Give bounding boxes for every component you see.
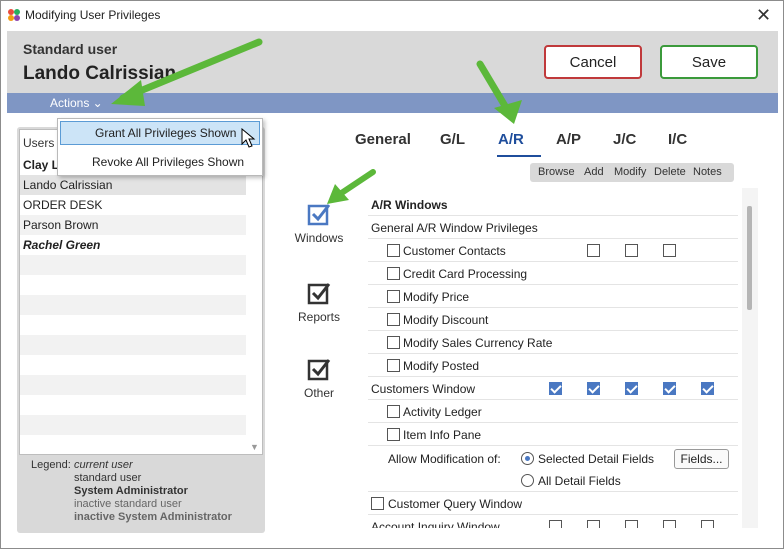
customers-notes-checkbox[interactable]: [701, 382, 714, 395]
category-reports[interactable]: Reports: [291, 280, 347, 324]
legend-standard-user: standard user: [74, 472, 142, 484]
account-inquiry-delete-checkbox[interactable]: [663, 520, 676, 528]
privilege-row: Modify Price: [368, 286, 738, 308]
all-fields-radio[interactable]: [521, 474, 534, 487]
customer-contacts-delete-checkbox[interactable]: [663, 244, 676, 257]
col-browse: Browse: [538, 166, 575, 178]
revoke-all-menu-item[interactable]: Revoke All Privileges Shown: [58, 151, 262, 175]
legend-label: Legend:: [31, 459, 71, 471]
privilege-row: Credit Card Processing: [368, 263, 738, 285]
modify-discount-checkbox[interactable]: [387, 313, 400, 326]
account-inquiry-row: Account Inquiry Window: [368, 516, 738, 528]
tab-jc[interactable]: J/C: [613, 131, 636, 148]
item-info-pane-checkbox[interactable]: [387, 428, 400, 441]
legend-inactive-user: inactive standard user: [74, 498, 182, 510]
account-inquiry-add-checkbox[interactable]: [587, 520, 600, 528]
tab-ar[interactable]: A/R: [498, 131, 524, 148]
empty-row: [20, 255, 246, 275]
privilege-row: Modify Posted: [368, 355, 738, 377]
content-scrollbar[interactable]: [742, 188, 758, 528]
users-list: Users Clay Lo Lando Calrissian ORDER DES…: [19, 129, 263, 455]
selected-fields-radio[interactable]: [521, 452, 534, 465]
empty-row: [20, 375, 246, 395]
category-windows-label: Windows: [294, 231, 344, 245]
customer-query-row: Customer Query Window: [368, 493, 738, 515]
activity-ledger-checkbox[interactable]: [387, 405, 400, 418]
cancel-button[interactable]: Cancel: [544, 45, 642, 79]
customer-contacts-modify-checkbox[interactable]: [625, 244, 638, 257]
general-privileges-row: General A/R Window Privileges: [368, 217, 738, 239]
account-inquiry-notes-checkbox[interactable]: [701, 520, 714, 528]
customers-window-row: Customers Window: [368, 378, 738, 400]
list-item[interactable]: Parson Brown: [20, 215, 246, 235]
section-title: A/R Windows: [368, 194, 738, 216]
col-notes: Notes: [693, 166, 722, 178]
annotation-arrow-icon: [327, 169, 376, 204]
scrollbar-thumb[interactable]: [747, 206, 752, 310]
tab-general[interactable]: General: [355, 131, 411, 148]
legend-inactive-admin: inactive System Administrator: [74, 511, 232, 523]
category-other[interactable]: Other: [291, 356, 347, 400]
close-icon[interactable]: ✕: [756, 5, 771, 26]
account-inquiry-modify-checkbox[interactable]: [625, 520, 638, 528]
customers-delete-checkbox[interactable]: [663, 382, 676, 395]
tab-ap[interactable]: A/P: [556, 131, 581, 148]
privileges-window: Modifying User Privileges ✕ Standard use…: [0, 0, 784, 549]
customers-modify-checkbox[interactable]: [625, 382, 638, 395]
customer-query-checkbox[interactable]: [371, 497, 384, 510]
legend-system-admin: System Administrator: [74, 485, 188, 497]
customer-contacts-checkbox[interactable]: [387, 244, 400, 257]
active-tab-indicator: [497, 155, 541, 157]
actions-menu-button[interactable]: Actions ⌄: [50, 96, 103, 110]
privilege-row: Modify Sales Currency Rate: [368, 332, 738, 354]
privilege-column-headers: Browse Add Modify Delete Notes: [530, 163, 734, 182]
allow-modification-row: Allow Modification of: Selected Detail F…: [368, 448, 738, 470]
customer-contacts-add-checkbox[interactable]: [587, 244, 600, 257]
tab-gl[interactable]: G/L: [440, 131, 465, 148]
scroll-down-icon[interactable]: ▼: [250, 442, 259, 452]
checkbox-other-icon: [307, 359, 331, 381]
customers-add-checkbox[interactable]: [587, 382, 600, 395]
customers-browse-checkbox[interactable]: [549, 382, 562, 395]
list-item[interactable]: ORDER DESK: [20, 195, 246, 215]
account-inquiry-browse-checkbox[interactable]: [549, 520, 562, 528]
title-bar: Modifying User Privileges ✕: [1, 1, 783, 29]
users-panel: Users Clay Lo Lando Calrissian ORDER DES…: [17, 127, 265, 533]
col-delete: Delete: [654, 166, 686, 178]
save-button[interactable]: Save: [660, 45, 758, 79]
col-modify: Modify: [614, 166, 647, 178]
module-tabs: General G/L A/R A/P J/C I/C: [341, 129, 761, 159]
annotation-arrow-icon: [111, 38, 263, 106]
checkbox-reports-icon: [307, 283, 331, 305]
privilege-row: Item Info Pane: [368, 424, 738, 446]
app-logo-icon: [8, 9, 20, 21]
privileges-content: A/R Windows General A/R Window Privilege…: [368, 188, 742, 528]
category-other-label: Other: [303, 386, 334, 400]
category-reports-label: Reports: [297, 310, 341, 324]
tab-ic[interactable]: I/C: [668, 131, 687, 148]
annotation-arrow-icon: [476, 60, 522, 124]
users-column-header: Users: [23, 136, 55, 150]
grant-all-menu-item[interactable]: Grant All Privileges Shown: [60, 121, 260, 145]
legend-current-user: current user: [74, 459, 133, 471]
all-fields-row: All Detail Fields: [368, 470, 738, 492]
fields-button[interactable]: Fields...: [674, 449, 729, 469]
empty-row: [20, 335, 246, 355]
privilege-row: Customer Contacts: [368, 240, 738, 262]
window-title: Modifying User Privileges: [25, 8, 161, 22]
mouse-cursor-icon: [241, 128, 256, 148]
modify-posted-checkbox[interactable]: [387, 359, 400, 372]
list-item[interactable]: Rachel Green: [20, 235, 246, 255]
modify-currency-rate-checkbox[interactable]: [387, 336, 400, 349]
credit-card-checkbox[interactable]: [387, 267, 400, 280]
privilege-row: Modify Discount: [368, 309, 738, 331]
empty-row: [20, 415, 246, 435]
list-item[interactable]: Lando Calrissian: [20, 175, 246, 195]
col-add: Add: [584, 166, 604, 178]
empty-row: [20, 295, 246, 315]
actions-dropdown-menu: Grant All Privileges Shown Revoke All Pr…: [57, 118, 263, 176]
privilege-row: Activity Ledger: [368, 401, 738, 423]
modify-price-checkbox[interactable]: [387, 290, 400, 303]
